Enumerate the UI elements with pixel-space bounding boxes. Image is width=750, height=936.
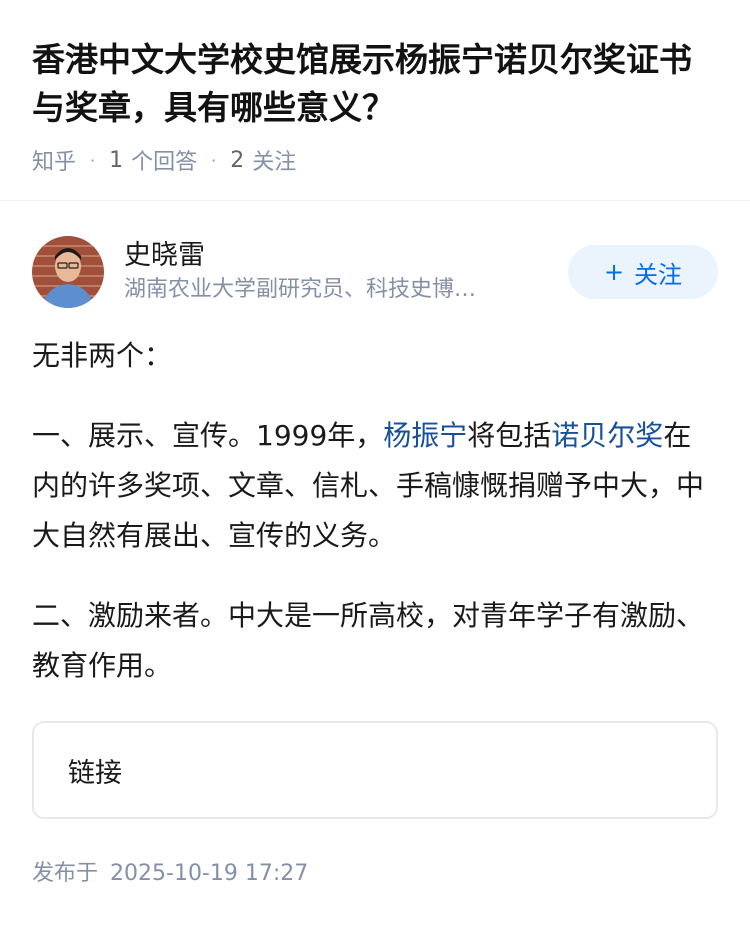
author-name[interactable]: 史晓雷 <box>124 238 560 274</box>
follow-button[interactable]: + 关注 <box>568 245 718 299</box>
answer-count-label[interactable]: 个回答 <box>131 144 197 176</box>
answer-paragraph: 二、激励来者。中大是一所高校，对青年学子有激励、教育作用。 <box>32 599 705 682</box>
paragraph-text: 一、展示、宣传。1999年， <box>32 419 384 452</box>
publish-info: 发布于 2025-10-19 17:27 <box>0 819 750 887</box>
link-card[interactable]: 链接 <box>32 721 718 819</box>
link-yang-zhenning[interactable]: 杨振宁 <box>383 419 467 452</box>
published-label: 发布于 <box>32 861 99 886</box>
plus-icon: + <box>603 258 625 286</box>
answer-count: 1 <box>109 147 124 173</box>
follow-count-label: 关注 <box>252 150 297 175</box>
separator-dot: · <box>211 150 217 170</box>
avatar[interactable] <box>32 236 104 308</box>
separator-dot: · <box>90 150 96 170</box>
published-time: 2025-10-19 17:27 <box>110 861 309 886</box>
answer-paragraph: 无非两个： <box>32 339 173 372</box>
paragraph-text: 将包括 <box>467 419 552 452</box>
author-row: 史晓雷 湖南农业大学副研究员、科技史博… + 关注 <box>0 201 750 309</box>
question-meta: 知乎 · 1 个回答 · 2 关注 <box>32 142 718 178</box>
follow-count: 2 <box>230 147 245 173</box>
source-label[interactable]: 知乎 <box>32 144 76 176</box>
author-description: 湖南农业大学副研究员、科技史博… <box>124 277 477 302</box>
link-card-label: 链接 <box>68 757 122 789</box>
question-header: 香港中文大学校史馆展示杨振宁诺贝尔奖证书与奖章，具有哪些意义？ 知乎 · 1 个… <box>0 0 750 178</box>
question-title[interactable]: 香港中文大学校史馆展示杨振宁诺贝尔奖证书与奖章，具有哪些意义？ <box>32 36 718 132</box>
answer-paragraph: 一、展示、宣传。1999年，杨振宁将包括诺贝尔奖在内的许多奖项、文章、信札、手稿… <box>32 411 718 561</box>
author-info: 史晓雷 湖南农业大学副研究员、科技史博… <box>124 238 560 306</box>
follow-button-label: 关注 <box>634 260 683 289</box>
link-nobel-prize[interactable]: 诺贝尔奖 <box>551 419 663 452</box>
answer-content: 无非两个： 一、展示、宣传。1999年，杨振宁将包括诺贝尔奖在内的许多奖项、文章… <box>0 309 750 691</box>
